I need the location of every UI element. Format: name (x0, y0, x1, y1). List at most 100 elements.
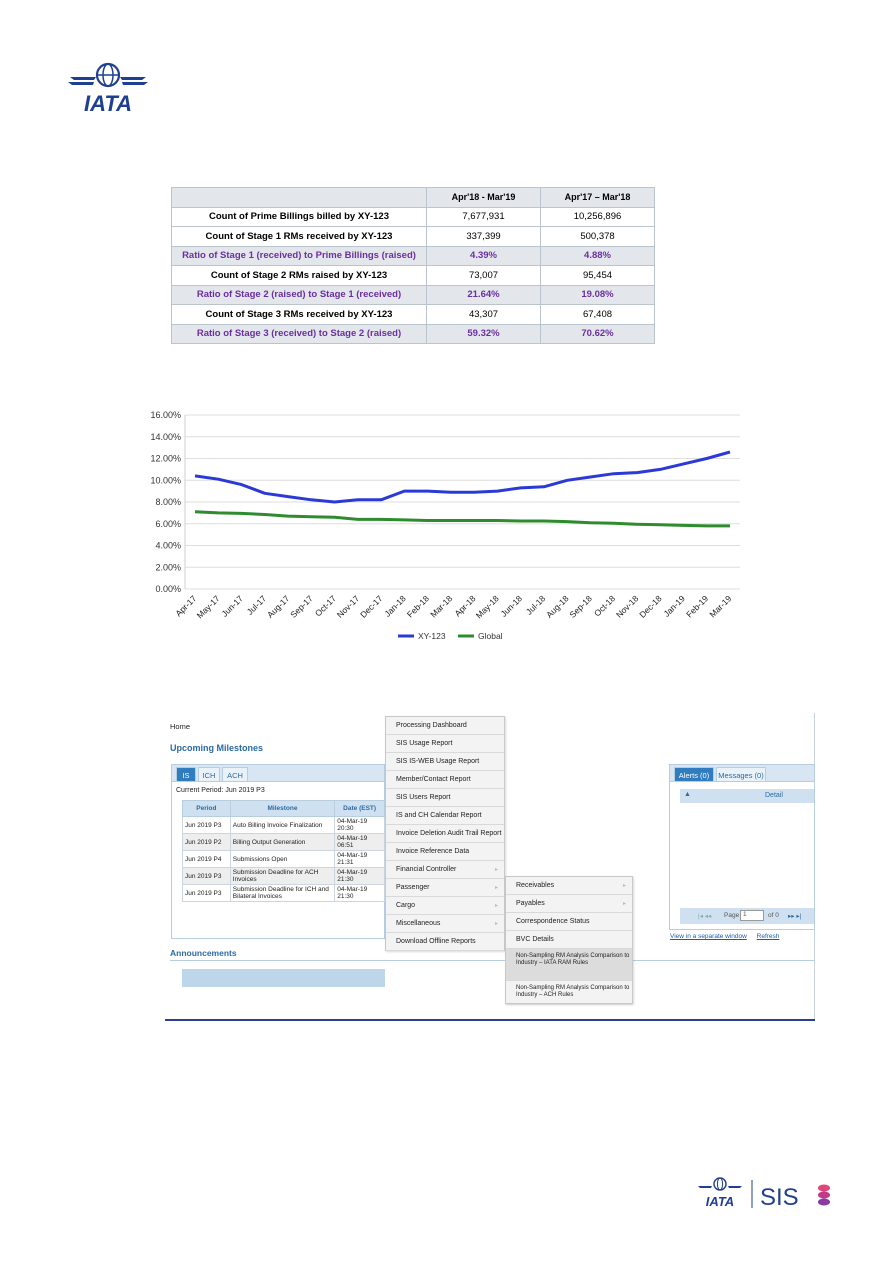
menu-item[interactable]: Member/Contact Report (386, 771, 504, 789)
stats-value-current: 59.32% (426, 323, 541, 344)
upcoming-milestones-title: Upcoming Milestones (170, 743, 264, 753)
menu-item[interactable]: SIS IS-WEB Usage Report (386, 753, 504, 771)
pager-of: of 0 (768, 912, 779, 919)
stats-value-previous: 500,378 (540, 226, 655, 247)
milestone-row[interactable]: Jun 2019 P4 Submissions Open 04-Mar-19 21:… (182, 850, 385, 868)
alerts-tabbar: Alerts (0) Messages (0) (670, 765, 814, 782)
menu-item[interactable]: Processing Dashboard (386, 717, 504, 735)
stats-value-previous: 4.88% (540, 245, 655, 266)
stats-row: Count of Stage 3 RMs received by XY-123 4… (171, 304, 655, 325)
menu-item-label: SIS Usage Report (396, 740, 453, 747)
sort-icon[interactable]: ▲ (684, 791, 691, 798)
milestone-date: 04-Mar-19 06:51 (334, 833, 385, 851)
alerts-table-header: ▲ Detail (680, 789, 814, 803)
x-tick-label: May-17 (195, 593, 222, 620)
reports-menu: Processing Dashboard SIS Usage Report SIS … (385, 716, 505, 951)
milestone-period: Jun 2019 P3 (182, 884, 231, 902)
menu-item-label: Invoice Deletion Audit Trail Report (396, 830, 502, 837)
milestone-row[interactable]: Jun 2019 P3 Submission Deadline for ACH I… (182, 867, 385, 885)
menu-item[interactable]: Miscellaneous ▸ (386, 915, 504, 933)
y-tick-label: 12.00% (150, 454, 181, 464)
tab-messages[interactable]: Messages (0) (716, 767, 766, 782)
refresh-link[interactable]: Refresh (757, 933, 780, 940)
menu-item[interactable]: Invoice Deletion Audit Trail Report (386, 825, 504, 843)
current-period: Current Period: Jun 2019 P3 (176, 787, 265, 794)
milestone-name: Submission Deadline for ACH Invoices (229, 867, 336, 885)
col-milestone[interactable]: Milestone (229, 800, 336, 817)
milestone-row[interactable]: Jun 2019 P3 Submission Deadline for ICH a… (182, 884, 385, 902)
x-tick-label: Oct-17 (313, 593, 338, 618)
stats-row: Count of Stage 1 RMs received by XY-123 3… (171, 226, 655, 247)
sis-stack-icon (818, 1184, 830, 1206)
submenu-item[interactable]: Non-Sampling RM Analysis Comparison to I… (506, 949, 632, 981)
stats-row: Ratio of Stage 2 (raised) to Stage 1 (re… (171, 284, 655, 305)
x-tick-label: Mar-19 (707, 593, 733, 619)
menu-item-label: Member/Contact Report (396, 776, 471, 783)
tab-is[interactable]: IS (176, 767, 196, 782)
milestones-panel: IS ICH ACH Current Period: Jun 2019 P3 P… (171, 764, 385, 987)
series-line-xy-123 (194, 450, 731, 504)
menu-item[interactable]: Financial Controller ▸ (386, 861, 504, 879)
menu-item-label: Invoice Reference Data (396, 848, 470, 855)
pager-label: Page (724, 912, 740, 919)
menu-item[interactable]: Download Offline Reports (386, 933, 504, 951)
iata-logo-text: IATA (84, 91, 132, 116)
submenu-arrow-icon: ▸ (494, 921, 498, 927)
submenu-item[interactable]: Payables ▸ (506, 895, 632, 913)
stats-value-previous: 67,408 (540, 304, 655, 325)
menu-item[interactable]: SIS Users Report (386, 789, 504, 807)
tab-ich[interactable]: ICH (198, 767, 220, 782)
milestone-name: Billing Output Generation (229, 833, 336, 851)
milestones-table: Period Milestone Date (EST) Jun 2019 P3 A… (182, 800, 385, 902)
stats-value-previous: 95,454 (540, 265, 655, 286)
x-tick-label: Nov-18 (614, 593, 641, 620)
milestone-row[interactable]: Jun 2019 P3 Auto Billing Invoice Finaliza… (182, 816, 385, 834)
stats-value-previous: 70.62% (540, 323, 655, 344)
menu-item[interactable]: Invoice Reference Data (386, 843, 504, 861)
x-tick-label: Sep-17 (288, 593, 315, 620)
tab-ach[interactable]: ACH (222, 767, 248, 782)
milestone-period: Jun 2019 P3 (182, 816, 231, 834)
milestones-tabbar: IS ICH ACH (172, 765, 384, 782)
stats-value-previous: 19.08% (540, 284, 655, 305)
submenu-item-label: Non-Sampling RM Analysis Comparison to I… (516, 985, 630, 998)
col-date[interactable]: Date (EST) (334, 800, 385, 817)
y-tick-label: 2.00% (155, 562, 181, 572)
y-tick-label: 4.00% (155, 541, 181, 551)
menu-item-label: IS and CH Calendar Report (396, 812, 482, 819)
submenu-item-label: Non-Sampling RM Analysis Comparison to I… (516, 953, 630, 966)
col-period[interactable]: Period (182, 800, 231, 817)
submenu-item[interactable]: BVC Details (506, 931, 632, 949)
view-separate-window-link[interactable]: View in a separate window (670, 933, 747, 940)
submenu-item[interactable]: Non-Sampling RM Analysis Comparison to I… (506, 981, 632, 1005)
alerts-panel: Alerts (0) Messages (0) ▲ Detail |◂ ◂◂ P… (669, 764, 815, 930)
next-page-icon[interactable]: ▸▸ ▸| (788, 912, 801, 920)
legend-label: Global (478, 631, 503, 641)
menu-item[interactable]: Passenger ▸ (386, 879, 504, 897)
submenu-arrow-icon: ▸ (494, 885, 498, 891)
alerts-pager: |◂ ◂◂ Page 1 of 0 ▸▸ ▸| (680, 908, 814, 924)
iata-sis-logo: IATA SIS (698, 1177, 830, 1211)
header-blank (171, 187, 427, 208)
breadcrumb-home[interactable]: Home (170, 722, 190, 731)
milestone-date: 04-Mar-19 21:30 (334, 867, 385, 885)
stats-value-current: 4.39% (426, 245, 541, 266)
header-period-current: Apr'18 - Mar'19 (426, 187, 541, 208)
stats-label: Count of Stage 1 RMs received by XY-123 (171, 226, 427, 247)
milestone-date: 04-Mar-19 20:30 (334, 816, 385, 834)
y-tick-label: 16.00% (150, 410, 181, 420)
submenu-item[interactable]: Receivables ▸ (506, 877, 632, 895)
menu-item[interactable]: Cargo ▸ (386, 897, 504, 915)
first-page-icon[interactable]: |◂ ◂◂ (698, 912, 711, 920)
milestone-row[interactable]: Jun 2019 P2 Billing Output Generation 04-M… (182, 833, 385, 851)
page-input[interactable]: 1 (740, 910, 764, 921)
menu-item[interactable]: IS and CH Calendar Report (386, 807, 504, 825)
y-tick-label: 0.00% (155, 584, 181, 594)
stats-label: Ratio of Stage 2 (raised) to Stage 1 (re… (171, 284, 427, 305)
menu-item[interactable]: SIS Usage Report (386, 735, 504, 753)
x-tick-label: May-18 (474, 593, 501, 620)
submenu-item[interactable]: Correspondence Status (506, 913, 632, 931)
milestone-period: Jun 2019 P3 (182, 867, 231, 885)
tab-alerts[interactable]: Alerts (0) (674, 767, 714, 782)
header-period-previous: Apr'17 – Mar'18 (540, 187, 655, 208)
